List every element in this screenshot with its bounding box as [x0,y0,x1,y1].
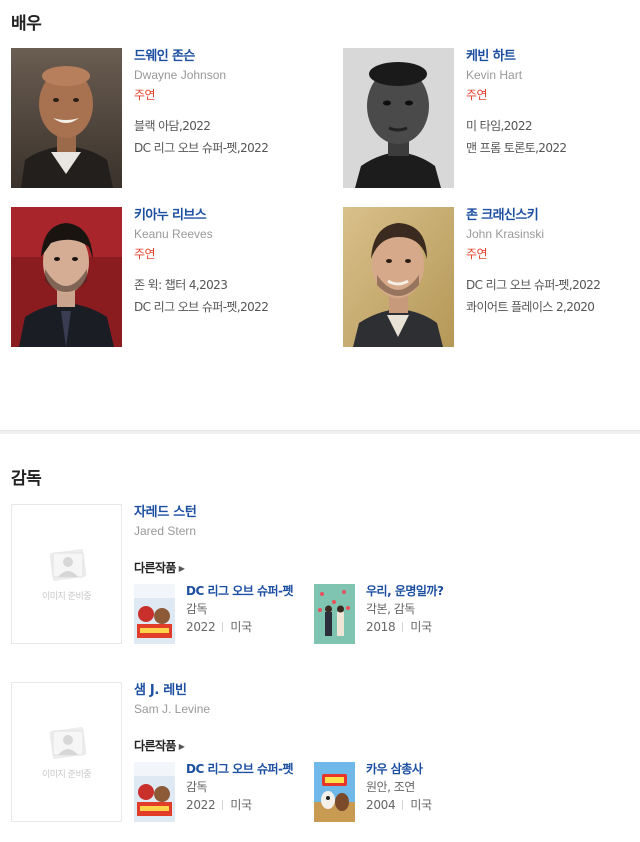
work-country: 미국 [410,620,432,634]
work-title-link[interactable]: DC 리그 오브 슈퍼-펫 [186,762,311,777]
director-name-link[interactable]: 샘 J. 레빈 [134,682,624,699]
director-english-name: Jared Stern [134,524,197,538]
work-title-link[interactable]: 카우 삼총사 [366,762,491,777]
directors-section-title: 감독 [11,469,42,489]
work-info: 카우 삼총사 원안, 조연 2004 미국 [366,762,491,814]
placeholder-text: 이미지 준비중 [41,592,92,602]
director-info: 자레드 스턴 Jared Stern 다른작품 ▶ DC 리그 오브 슈퍼-펫 감… [134,504,624,644]
actor-english-name: Dwayne Johnson [134,68,227,82]
work-year: 2022 [186,798,216,812]
actor-works: 미 타임,2022 맨 프롬 토론토,2022 [466,115,640,159]
actor-photo-john-krasinski[interactable] [343,207,454,347]
meta-separator [402,800,404,810]
work-title-link[interactable]: DC 리그 오브 슈퍼-펫 [186,584,311,599]
work-info: DC 리그 오브 슈퍼-펫 감독 2022 미국 [186,584,311,636]
placeholder-text: 이미지 준비중 [41,770,92,780]
actor-card: 키아누 리브스 Keanu Reeves 주연 존 윅: 챕터 4,2023 D… [11,207,311,347]
actor-role: 주연 [466,247,488,261]
actor-work-item: DC 리그 오브 슈퍼-펫,2022 [466,278,601,292]
actor-photo-dwayne-johnson[interactable] [11,48,122,188]
work-role: 각본, 감독 [366,602,415,616]
actor-role: 주연 [466,88,488,102]
actor-info: 존 크래신스키 John Krasinski 주연 DC 리그 오브 슈퍼-펫,… [466,207,640,318]
chevron-right-icon: ▶ [178,742,185,751]
work-meta: 2018 미국 [366,618,491,636]
director-info: 샘 J. 레빈 Sam J. Levine 다른작품 ▶ DC 리그 오브 슈퍼-… [134,682,624,822]
actor-info: 드웨인 존슨 Dwayne Johnson 주연 블랙 아담,2022 DC 리… [134,48,309,159]
work-country: 미국 [410,798,432,812]
other-works-link[interactable]: 다른작품 ▶ [134,737,185,754]
actor-name-link[interactable]: 존 크래신스키 [466,207,640,224]
actor-photo-kevin-hart[interactable] [343,48,454,188]
director-photo-placeholder[interactable]: 이미지 준비중 [11,504,122,644]
work-item: DC 리그 오브 슈퍼-펫 감독 2022 미국 [134,762,309,822]
other-works-label: 다른작품 [134,739,176,753]
actors-section-title: 배우 [11,14,42,34]
actor-english-name: Kevin Hart [466,68,523,82]
actor-card: 케빈 하트 Kevin Hart 주연 미 타임,2022 맨 프롬 토론토,2… [343,48,640,188]
actor-card: 드웨인 존슨 Dwayne Johnson 주연 블랙 아담,2022 DC 리… [11,48,311,188]
work-meta: 2004 미국 [366,796,491,814]
poster-destined[interactable] [314,584,355,644]
poster-barnyard[interactable] [314,762,355,822]
work-role: 감독 [186,602,208,616]
work-meta: 2022 미국 [186,618,311,636]
actor-works: 블랙 아담,2022 DC 리그 오브 슈퍼-펫,2022 [134,115,309,159]
work-info: DC 리그 오브 슈퍼-펫 감독 2022 미국 [186,762,311,814]
actor-role: 주연 [134,247,156,261]
meta-separator [222,800,224,810]
person-placeholder-icon [49,549,87,581]
work-item: 우리, 운명일까? 각본, 감독 2018 미국 [314,584,489,644]
work-year: 2022 [186,620,216,634]
director-english-name: Sam J. Levine [134,702,211,716]
meta-separator [402,622,404,632]
poster-dc-league-of-super-pets[interactable] [134,762,175,822]
actor-works: 존 윅: 챕터 4,2023 DC 리그 오브 슈퍼-펫,2022 [134,274,309,318]
actor-work-item: 블랙 아담,2022 [134,119,211,133]
actor-name-link[interactable]: 케빈 하트 [466,48,640,65]
other-works-link[interactable]: 다른작품 ▶ [134,559,185,576]
actor-work-item: DC 리그 오브 슈퍼-펫,2022 [134,141,269,155]
actor-english-name: John Krasinski [466,227,545,241]
actor-info: 키아누 리브스 Keanu Reeves 주연 존 윅: 챕터 4,2023 D… [134,207,309,318]
director-name-link[interactable]: 자레드 스턴 [134,504,624,521]
chevron-right-icon: ▶ [178,564,185,573]
work-item: 카우 삼총사 원안, 조연 2004 미국 [314,762,489,822]
actor-work-item: 미 타임,2022 [466,119,532,133]
person-placeholder-icon [49,727,87,759]
actor-name-link[interactable]: 드웨인 존슨 [134,48,309,65]
actor-name-link[interactable]: 키아누 리브스 [134,207,309,224]
actor-work-item: 맨 프롬 토론토,2022 [466,141,567,155]
actor-work-item: 존 윅: 챕터 4,2023 [134,278,228,292]
work-item: DC 리그 오브 슈퍼-펫 감독 2022 미국 [134,584,309,644]
actor-work-item: DC 리그 오브 슈퍼-펫,2022 [134,300,269,314]
actor-works: DC 리그 오브 슈퍼-펫,2022 콰이어트 플레이스 2,2020 [466,274,640,318]
work-country: 미국 [230,620,252,634]
work-country: 미국 [230,798,252,812]
work-meta: 2022 미국 [186,796,311,814]
actor-card: 존 크래신스키 John Krasinski 주연 DC 리그 오브 슈퍼-펫,… [343,207,640,347]
other-works-label: 다른작품 [134,561,176,575]
work-role: 원안, 조연 [366,780,415,794]
work-role: 감독 [186,780,208,794]
director-photo-placeholder[interactable]: 이미지 준비중 [11,682,122,822]
actor-work-item: 콰이어트 플레이스 2,2020 [466,300,595,314]
actor-info: 케빈 하트 Kevin Hart 주연 미 타임,2022 맨 프롬 토론토,2… [466,48,640,159]
actor-role: 주연 [134,88,156,102]
poster-dc-league-of-super-pets[interactable] [134,584,175,644]
meta-separator [222,622,224,632]
work-info: 우리, 운명일까? 각본, 감독 2018 미국 [366,584,491,636]
work-title-link[interactable]: 우리, 운명일까? [366,584,491,599]
work-year: 2004 [366,798,396,812]
section-divider [0,430,640,434]
work-year: 2018 [366,620,396,634]
actor-english-name: Keanu Reeves [134,227,213,241]
actor-photo-keanu-reeves[interactable] [11,207,122,347]
